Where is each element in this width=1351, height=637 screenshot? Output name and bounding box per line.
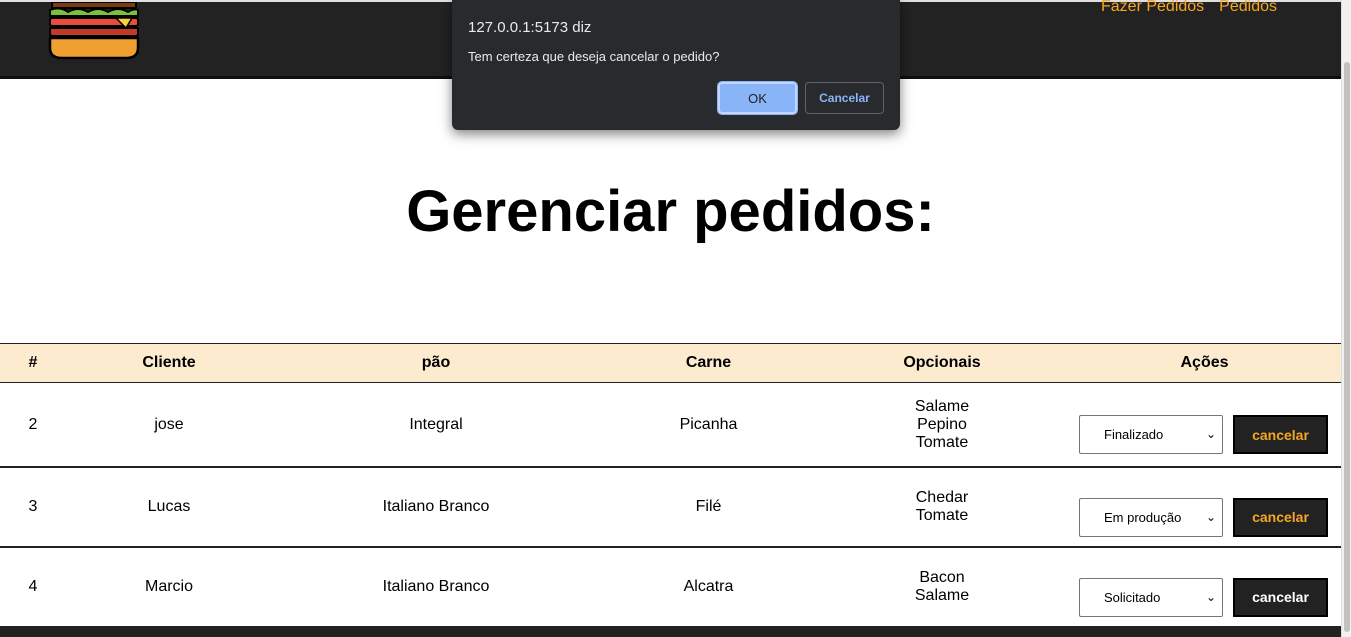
order-opcionais: Chedar Tomate <box>817 467 1067 548</box>
order-pao: Italiano Branco <box>272 547 600 628</box>
burger-icon[interactable] <box>46 2 142 62</box>
opcional-item: Tomate <box>915 507 969 524</box>
header-acoes: Ações <box>1067 343 1342 383</box>
scrollbar[interactable] <box>1341 0 1351 637</box>
chevron-down-icon: ⌄ <box>1205 427 1216 441</box>
table-row: 4 Marcio Italiano Branco Alcatra Bacon S… <box>0 547 1342 628</box>
dialog-origin: 127.0.0.1:5173 diz <box>468 19 592 36</box>
opcional-item: Chedar <box>915 489 969 506</box>
header-pao: pão <box>272 343 600 383</box>
order-carne: Picanha <box>600 382 817 468</box>
opcional-item: Bacon <box>919 569 965 586</box>
header-carne: Carne <box>600 343 817 383</box>
order-opcionais: Salame Pepino Tomate <box>817 382 1067 468</box>
table-row: 2 jose Integral Picanha Salame Pepino To… <box>0 382 1342 468</box>
status-select[interactable]: Finalizado ⌄ <box>1079 415 1223 454</box>
status-select[interactable]: Solicitado ⌄ <box>1079 577 1223 617</box>
header-cliente: Cliente <box>66 343 272 383</box>
opcional-item: Salame <box>914 587 970 604</box>
order-id: 4 <box>0 547 66 628</box>
order-id: 2 <box>0 382 66 468</box>
nav-link-fazer-pedidos[interactable]: Fazer Pedidos <box>1101 0 1204 16</box>
table-header-row: # Cliente pão Carne Opcionais Ações <box>0 343 1342 383</box>
order-cliente: jose <box>66 382 272 468</box>
orders-table: # Cliente pão Carne Opcionais Ações 2 jo… <box>0 343 1342 628</box>
order-actions: Em produção ⌄ cancelar <box>1067 467 1342 548</box>
header-opcionais: Opcionais <box>817 343 1067 383</box>
scrollbar-thumb[interactable] <box>1344 62 1350 632</box>
chevron-down-icon: ⌄ <box>1205 509 1216 524</box>
order-cliente: Lucas <box>66 467 272 548</box>
status-value: Solicitado <box>1104 589 1161 605</box>
order-pao: Integral <box>272 382 600 468</box>
order-actions: Finalizado ⌄ cancelar <box>1067 382 1342 468</box>
opcional-item: Salame <box>914 397 970 415</box>
table-row: 3 Lucas Italiano Branco Filé Chedar Toma… <box>0 467 1342 548</box>
cancel-order-button[interactable]: cancelar <box>1233 577 1328 617</box>
order-carne: Alcatra <box>600 547 817 628</box>
header-number: # <box>0 343 66 383</box>
order-pao: Italiano Branco <box>272 467 600 548</box>
order-cliente: Marcio <box>66 547 272 628</box>
page-title: Gerenciar pedidos: <box>406 179 935 244</box>
order-carne: Filé <box>600 467 817 548</box>
status-value: Em produção <box>1104 509 1182 525</box>
order-actions: Solicitado ⌄ cancelar <box>1067 547 1342 628</box>
dialog-ok-button[interactable]: OK <box>717 81 798 115</box>
cancel-order-button[interactable]: cancelar <box>1233 415 1328 454</box>
opcional-item: Pepino <box>917 415 967 433</box>
confirm-dialog: 127.0.0.1:5173 diz Tem certeza que desej… <box>452 0 900 130</box>
status-value: Finalizado <box>1104 427 1164 442</box>
nav-link-pedidos[interactable]: Pedidos <box>1219 0 1277 16</box>
nav-links: Fazer Pedidos Pedidos <box>1101 0 1277 16</box>
footer-strip <box>0 628 1341 637</box>
order-id: 3 <box>0 467 66 548</box>
order-opcionais: Bacon Salame <box>817 547 1067 628</box>
cancel-order-button[interactable]: cancelar <box>1233 497 1328 537</box>
status-select[interactable]: Em produção ⌄ <box>1079 497 1223 537</box>
opcional-item: Tomate <box>915 433 969 451</box>
dialog-cancel-button[interactable]: Cancelar <box>805 82 884 114</box>
dialog-message: Tem certeza que deseja cancelar o pedido… <box>468 49 720 64</box>
chevron-down-icon: ⌄ <box>1205 589 1216 604</box>
